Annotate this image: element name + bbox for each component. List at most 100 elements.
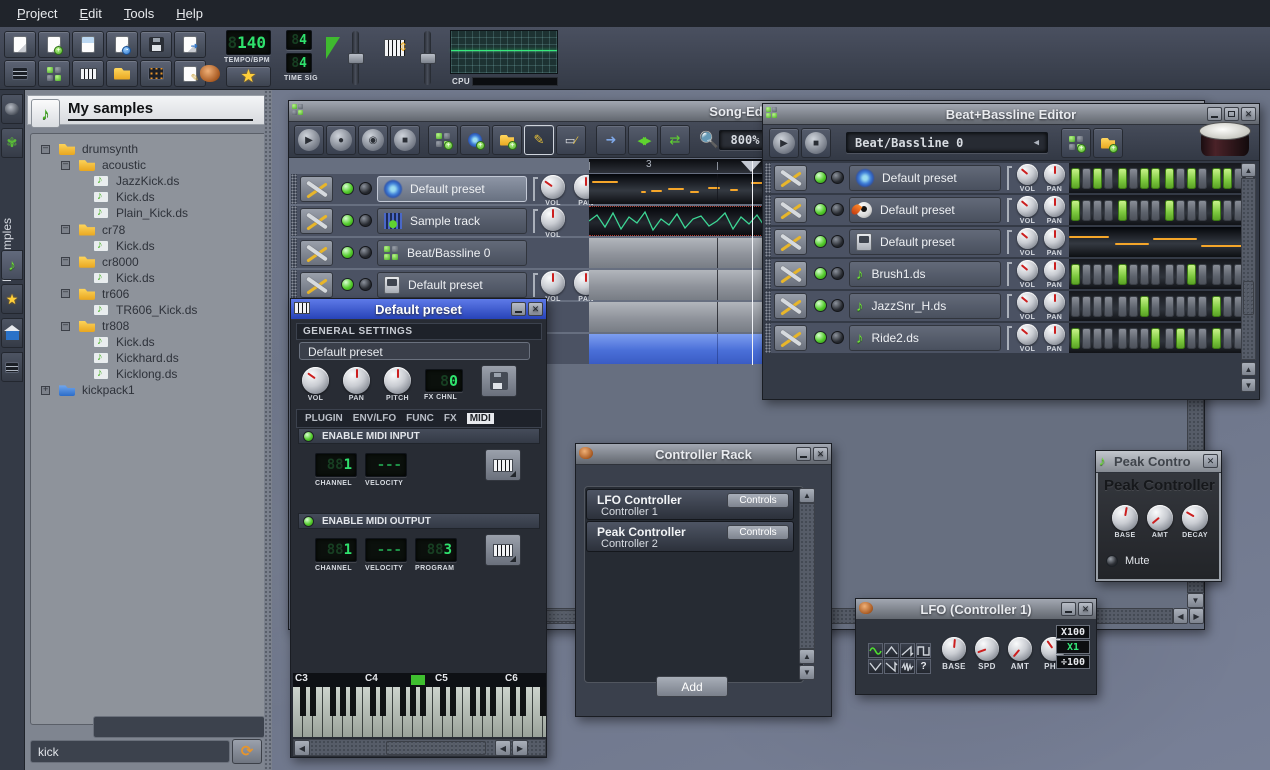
add-folder-track-button[interactable]: + bbox=[1093, 128, 1123, 158]
track-mute-led[interactable] bbox=[814, 299, 827, 312]
track-pan-knob[interactable]: PAN bbox=[1044, 324, 1065, 353]
track-name-plate[interactable]: ♪Brush1.ds bbox=[849, 261, 1001, 287]
track-pan-knob[interactable]: PAN bbox=[1044, 164, 1065, 193]
track-solo-knob[interactable] bbox=[359, 182, 372, 195]
beat-cell[interactable] bbox=[1093, 168, 1102, 189]
panel-resize-handle[interactable] bbox=[264, 90, 272, 770]
track-actions-button[interactable] bbox=[300, 272, 333, 298]
track-solo-knob[interactable] bbox=[831, 267, 844, 280]
track-name-plate[interactable]: Default preset bbox=[849, 165, 1001, 191]
beat-cell[interactable] bbox=[1176, 328, 1185, 349]
lfo-amount-knob[interactable]: AMT bbox=[1008, 637, 1032, 671]
open-project-button[interactable]: + bbox=[38, 31, 70, 58]
bb-vertical-scrollbar[interactable] bbox=[1241, 178, 1256, 360]
track-solo-knob[interactable] bbox=[831, 171, 844, 184]
beat-cell[interactable] bbox=[1165, 200, 1174, 221]
midi-output-enable-led[interactable] bbox=[303, 516, 314, 527]
midi-out-program-display[interactable]: 883 bbox=[415, 538, 457, 562]
midi-in-velocity-display[interactable]: --- bbox=[365, 453, 407, 477]
instrument-pitch-knob[interactable]: PITCH bbox=[384, 367, 411, 402]
beat-cell[interactable] bbox=[1071, 296, 1080, 317]
track-name-plate[interactable]: Default preset bbox=[849, 197, 1001, 223]
track-solo-knob[interactable] bbox=[831, 299, 844, 312]
midi-in-channel-display[interactable]: 881 bbox=[315, 453, 357, 477]
track-solo-knob[interactable] bbox=[359, 246, 372, 259]
bb-play-button[interactable]: ▶ bbox=[769, 128, 799, 158]
peak-base-knob[interactable]: BASE bbox=[1112, 505, 1138, 539]
tree-item[interactable]: Kick.ds bbox=[31, 334, 266, 350]
triangle-wave-button[interactable] bbox=[884, 643, 899, 658]
track-mute-led[interactable] bbox=[814, 331, 827, 344]
toggle-bb-editor-button[interactable] bbox=[38, 60, 70, 87]
track-pan-knob[interactable]: PAN bbox=[1044, 292, 1065, 321]
rack-scroll-up-button2[interactable]: ▲ bbox=[799, 649, 815, 664]
beat-cell[interactable] bbox=[1165, 296, 1174, 317]
open-file-button[interactable] bbox=[72, 31, 104, 58]
tree-item[interactable]: drumsynth bbox=[31, 141, 266, 157]
beat-cell[interactable] bbox=[1212, 296, 1221, 317]
beat-cell[interactable] bbox=[1187, 200, 1196, 221]
tree-expander-icon[interactable] bbox=[41, 386, 50, 395]
track-grip[interactable] bbox=[765, 259, 771, 289]
beat-cell[interactable] bbox=[1118, 296, 1127, 317]
refresh-button[interactable]: ⟳ bbox=[232, 739, 262, 764]
beat-cell[interactable] bbox=[1082, 168, 1091, 189]
export-project-button[interactable]: ➜ bbox=[174, 31, 206, 58]
bb-editor-titlebar[interactable]: Beat+Bassline Editor ✕ bbox=[763, 104, 1259, 125]
beat-cell[interactable] bbox=[1129, 264, 1138, 285]
tree-item[interactable]: Kick.ds bbox=[31, 238, 266, 254]
tree-item[interactable]: Plain_Kick.ds bbox=[31, 205, 266, 221]
track-actions-button[interactable] bbox=[300, 176, 333, 202]
sidebar-tab-home[interactable] bbox=[1, 318, 23, 348]
mute-checkbox[interactable]: Mute bbox=[1106, 555, 1149, 567]
lfo-speed-knob[interactable]: SPD bbox=[975, 637, 999, 671]
add-sample-track-button[interactable]: + bbox=[460, 125, 490, 155]
rack-scroll-down-button[interactable]: ▼ bbox=[799, 665, 815, 680]
beat-cell[interactable] bbox=[1082, 264, 1091, 285]
beat-cell[interactable] bbox=[1198, 328, 1207, 349]
scroll-right-button[interactable]: ▶ bbox=[512, 740, 528, 756]
sidebar-tab-computer[interactable] bbox=[1, 352, 23, 382]
menu-help[interactable]: Help bbox=[167, 2, 212, 25]
add-bb-track-button[interactable]: + bbox=[428, 125, 458, 155]
square-wave-button[interactable] bbox=[916, 643, 931, 658]
tree-item[interactable]: tr606 bbox=[31, 286, 266, 302]
tree-expander-icon[interactable] bbox=[61, 225, 70, 234]
peak-decay-knob[interactable]: DECAY bbox=[1182, 505, 1208, 539]
minimize-button[interactable] bbox=[1207, 107, 1222, 121]
track-name-plate[interactable]: Default preset bbox=[377, 176, 527, 202]
beat-cell[interactable] bbox=[1176, 296, 1185, 317]
beat-cell[interactable] bbox=[1176, 200, 1185, 221]
track-solo-knob[interactable] bbox=[359, 214, 372, 227]
beat-cell[interactable] bbox=[1093, 200, 1102, 221]
beat-cell[interactable] bbox=[1176, 168, 1185, 189]
track-volume-knob[interactable]: VOL bbox=[1017, 228, 1038, 257]
bb-stop-button[interactable]: ■ bbox=[801, 128, 831, 158]
beat-cell[interactable] bbox=[1198, 296, 1207, 317]
inv-saw-wave-button[interactable] bbox=[884, 659, 899, 674]
saw-wave-button[interactable] bbox=[900, 643, 915, 658]
beat-cell[interactable] bbox=[1140, 168, 1149, 189]
beat-cell[interactable] bbox=[1212, 328, 1221, 349]
track-name-plate[interactable]: Default preset bbox=[849, 229, 1001, 255]
beat-cell[interactable] bbox=[1223, 264, 1232, 285]
filter-input[interactable] bbox=[93, 716, 265, 738]
midi-in-keys-button[interactable]: ◢ bbox=[485, 449, 521, 481]
menu-project[interactable]: Project bbox=[8, 2, 66, 25]
beat-cell[interactable] bbox=[1212, 264, 1221, 285]
track-name-plate[interactable]: ♪JazzSnr_H.ds bbox=[849, 293, 1001, 319]
track-volume-knob[interactable]: VOL bbox=[1017, 260, 1038, 289]
track-mute-led[interactable] bbox=[814, 171, 827, 184]
maximize-button[interactable] bbox=[1224, 107, 1239, 121]
scroll-left-button[interactable]: ◀ bbox=[1173, 608, 1188, 624]
track-volume-knob[interactable]: VOL bbox=[1017, 292, 1038, 321]
track-solo-knob[interactable] bbox=[831, 235, 844, 248]
track-grip[interactable] bbox=[765, 163, 771, 193]
beat-cell[interactable] bbox=[1187, 296, 1196, 317]
track-mute-led[interactable] bbox=[341, 246, 354, 259]
track-volume-knob[interactable]: VOL bbox=[541, 175, 565, 207]
add-controller-button[interactable]: Add bbox=[656, 676, 728, 697]
track-volume-knob[interactable]: VOL bbox=[541, 207, 565, 239]
track-solo-knob[interactable] bbox=[831, 331, 844, 344]
track-mute-led[interactable] bbox=[814, 267, 827, 280]
